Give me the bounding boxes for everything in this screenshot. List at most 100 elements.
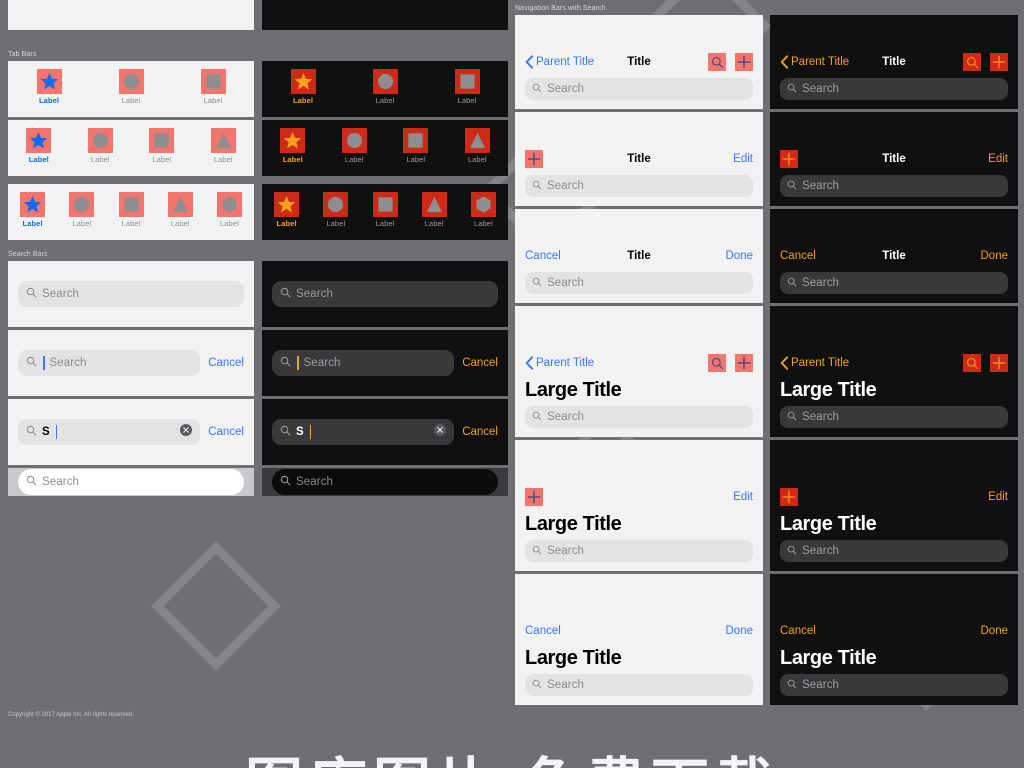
nav-search-input[interactable]: Search [525,406,753,428]
cancel-button[interactable]: Cancel [208,426,244,438]
tab-item-star[interactable]: Label [262,69,344,105]
plus-icon[interactable] [780,150,798,168]
tab-item-circle[interactable]: Label [344,69,426,105]
search-input[interactable]: Search [18,281,244,307]
plus-icon[interactable] [525,150,543,168]
cancel-button[interactable]: Cancel [208,357,244,369]
back-chevron-icon[interactable] [780,356,789,370]
tab-item-circle[interactable]: Label [70,128,132,164]
nav-bar-row: Edit [780,486,1008,508]
copyright-text: Copyright © 2017 Apple Inc. All rights r… [8,712,134,718]
search-input[interactable]: Search [18,350,201,376]
search-input[interactable]: S [272,419,455,445]
back-chevron-icon[interactable] [525,356,534,370]
tab-item-circle[interactable]: Label [311,192,360,228]
tab-item-circle[interactable]: Label [324,128,386,164]
done-button[interactable]: Done [726,625,754,637]
nav-search-input[interactable]: Search [525,674,753,696]
triangle-icon [210,128,236,153]
tab-item-square[interactable]: Label [385,128,447,164]
tab-item-hexagon[interactable]: Label [459,192,508,228]
search-input[interactable]: Search [272,469,498,495]
triangle-icon [167,192,193,217]
tab-item-square[interactable]: Label [172,69,254,105]
back-chevron-icon[interactable] [525,55,534,69]
nav-search-input[interactable]: Search [525,175,753,197]
search-input[interactable]: Search [272,281,498,307]
done-button[interactable]: Done [726,250,754,262]
back-button-label[interactable]: Parent Title [791,357,849,369]
nav-search-input[interactable]: Search [780,674,1008,696]
plus-icon[interactable] [780,488,798,506]
tab-item-star[interactable]: Label [8,192,57,228]
search-input[interactable]: Search [272,350,455,376]
tabbar-panel-light-5: Label Label Label Label Label [8,184,254,240]
tab-item-square[interactable]: Label [426,69,508,105]
tab-item-triangle[interactable]: Label [156,192,205,228]
nav-search-input[interactable]: Search [525,540,753,562]
nav-search-input[interactable]: Search [780,272,1008,294]
nav-search-placeholder: Search [547,545,585,557]
search-input[interactable]: S [18,419,201,445]
cancel-button[interactable]: Cancel [462,357,498,369]
tab-item-circle[interactable]: Label [57,192,106,228]
tab-item-star[interactable]: Label [262,128,324,164]
nav-search-input[interactable]: Search [780,406,1008,428]
plus-icon[interactable] [735,354,753,372]
tab-item-square[interactable]: Label [106,192,155,228]
navbar-panel-light-3: Parent Title Large Title Search [515,306,763,437]
search-icon [787,542,797,560]
square-icon [200,69,226,94]
tab-item-label: Label [375,96,395,105]
clear-icon[interactable] [434,423,447,441]
nav-search-placeholder: Search [547,679,585,691]
plus-icon[interactable] [525,488,543,506]
edit-button[interactable]: Edit [733,491,753,503]
nav-search-input[interactable]: Search [780,78,1008,100]
edit-button[interactable]: Edit [988,153,1008,165]
back-button-label[interactable]: Parent Title [536,357,594,369]
edit-button[interactable]: Edit [733,153,753,165]
tab-item-star[interactable]: Label [8,69,90,105]
tab-item-triangle[interactable]: Label [193,128,255,164]
back-button-label[interactable]: Parent Title [536,56,594,68]
search-icon[interactable] [963,53,981,71]
nav-search-input[interactable]: Search [525,272,753,294]
tab-item-label: Label [213,155,233,164]
nav-search-input[interactable]: Search [780,540,1008,562]
tab-item-triangle[interactable]: Label [410,192,459,228]
tab-item-circle[interactable]: Label [90,69,172,105]
cancel-button[interactable]: Cancel [780,625,816,637]
plus-icon[interactable] [990,354,1008,372]
edit-button[interactable]: Edit [988,491,1008,503]
plus-icon[interactable] [735,53,753,71]
tab-item-square[interactable]: Label [360,192,409,228]
cancel-button[interactable]: Cancel [525,250,561,262]
plus-icon[interactable] [990,53,1008,71]
nav-search-input[interactable]: Search [780,175,1008,197]
tab-item-hexagon[interactable]: Label [205,192,254,228]
navbar-panel-dark-0: Parent Title Title Search [770,15,1018,109]
searchbar-row: S Cancel [8,399,254,465]
done-button[interactable]: Done [981,250,1009,262]
search-icon [787,177,797,195]
tab-item-star[interactable]: Label [8,128,70,164]
nav-search-input[interactable]: Search [525,78,753,100]
nav-search-placeholder: Search [802,411,840,423]
search-icon[interactable] [963,354,981,372]
cancel-button[interactable]: Cancel [462,426,498,438]
back-chevron-icon[interactable] [780,55,789,69]
back-button-label[interactable]: Parent Title [791,56,849,68]
tab-item-square[interactable]: Label [131,128,193,164]
tab-item-star[interactable]: Label [262,192,311,228]
clear-icon[interactable] [180,423,193,441]
search-icon[interactable] [708,53,726,71]
search-input[interactable]: Search [18,469,244,495]
search-icon[interactable] [708,354,726,372]
nav-left-group [525,150,543,168]
cancel-button[interactable]: Cancel [780,250,816,262]
done-button[interactable]: Done [981,625,1009,637]
tab-item-triangle[interactable]: Label [447,128,509,164]
searchbar-row: Search [8,468,254,496]
cancel-button[interactable]: Cancel [525,625,561,637]
